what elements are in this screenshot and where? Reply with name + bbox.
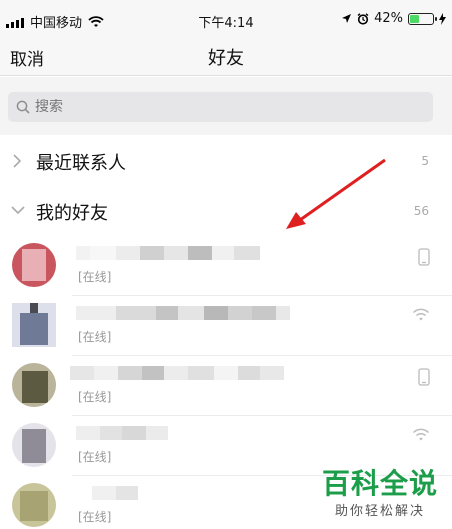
phone-icon [418,368,430,386]
contact-row[interactable]: [在线] [0,296,452,356]
group-my-friends[interactable]: 我的好友 56 [0,189,452,235]
battery-percent: 42% [374,11,403,26]
contact-status: [在线] [78,270,112,284]
search-box[interactable] [8,92,433,122]
contact-status: [在线] [78,510,112,524]
watermark-title: 百科全说 [321,467,438,500]
wifi-icon [412,308,430,321]
status-bar: 中国移动 下午4:14 42% [0,0,452,40]
avatar [12,483,56,527]
alarm-icon [357,12,369,25]
location-icon [342,14,352,23]
contact-name-redacted [76,242,260,264]
battery-icon [408,12,437,25]
watermark-logo: 百科全说 助你轻松解决 [321,467,438,520]
contact-row[interactable]: [在线] [0,236,452,296]
battery-level [410,14,419,23]
group-recent-contacts[interactable]: 最近联系人 5 [0,139,452,185]
search-icon [16,100,30,114]
group-label: 最近联系人 [36,153,126,174]
nav-bar: 取消 好友 [0,40,452,76]
avatar [12,363,56,407]
charging-icon [439,12,446,25]
contact-status: [在线] [78,330,112,344]
contact-status: [在线] [78,450,112,464]
group-count: 56 [413,204,429,218]
chevron-right-icon [13,154,22,168]
contact-row[interactable]: [在线] [0,356,452,416]
group-label: 我的好友 [36,203,108,224]
contact-name-redacted [76,422,168,444]
watermark-subtitle: 助你轻松解决 [334,504,425,519]
avatar [12,303,56,347]
contact-name-redacted [76,302,290,324]
search-input[interactable] [35,99,395,115]
avatar [12,423,56,467]
contact-name-redacted [70,362,284,384]
status-right: 42% [341,11,446,26]
avatar [12,243,56,287]
chevron-down-icon [11,206,25,215]
group-count: 5 [421,154,429,168]
wifi-icon [412,428,430,441]
search-area [0,77,452,135]
contact-status: [在线] [78,390,112,404]
phone-icon [418,248,430,266]
page-title: 好友 [208,48,244,69]
contact-name-redacted [92,482,138,504]
